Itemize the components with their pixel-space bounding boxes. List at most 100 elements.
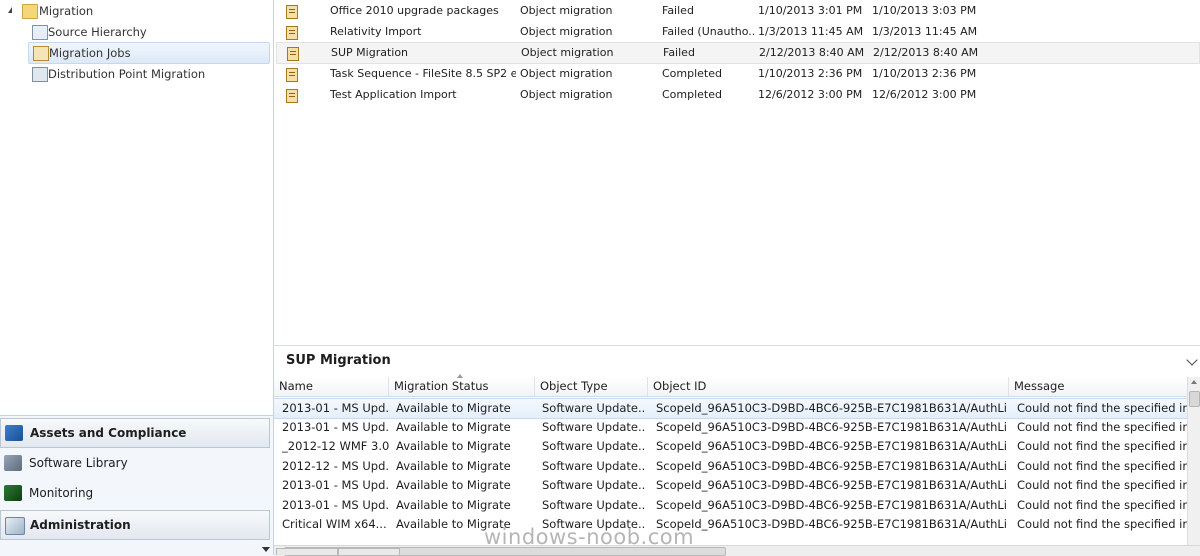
job-start-time: 12/6/2012 3:00 PM — [758, 88, 863, 101]
monitoring-icon — [4, 485, 22, 501]
administration-icon — [5, 517, 25, 535]
job-row-selected[interactable]: SUP Migration Object migration Failed 2/… — [276, 42, 1200, 64]
tree-item-source-hierarchy[interactable]: Source Hierarchy — [30, 22, 266, 42]
migration-job-icon — [287, 47, 299, 61]
object-type: Software Update... — [542, 478, 646, 492]
job-start-time: 1/10/2013 2:36 PM — [758, 67, 863, 80]
job-status: Failed — [663, 46, 695, 59]
assets-compliance-icon — [5, 425, 23, 441]
job-start-time: 1/3/2013 11:45 AM — [758, 25, 864, 38]
column-header-name[interactable]: Name — [274, 377, 389, 396]
migration-job-icon — [286, 68, 298, 82]
object-message: Could not find the specified instan — [1017, 517, 1188, 531]
migration-job-icon — [286, 26, 298, 40]
column-header-object-type[interactable]: Object Type — [535, 377, 648, 396]
object-name: _2012-12 WMF 3.0 — [282, 439, 390, 453]
job-end-time: 12/6/2012 3:00 PM — [872, 88, 977, 101]
details-title: SUP Migration — [286, 353, 391, 368]
navigation-pane: Migration Source Hierarchy Migration Job… — [0, 0, 274, 556]
chevron-down-icon[interactable] — [1186, 354, 1198, 366]
vertical-scrollbar[interactable] — [1187, 377, 1200, 547]
object-id: ScopeId_96A510C3-D9BD-4BC6-925B-E7C1981B… — [656, 498, 1006, 512]
scrollbar-thumb[interactable] — [1189, 391, 1200, 407]
job-status: Failed (Unautho... — [662, 25, 754, 38]
table-row[interactable]: 2012-12 - MS Upd... Available to Migrate… — [274, 457, 1188, 476]
table-row[interactable]: 2013-01 - MS Upd... Available to Migrate… — [274, 496, 1188, 515]
tab-summary[interactable] — [276, 548, 338, 555]
job-type: Object migration — [520, 67, 613, 80]
job-type: Object migration — [520, 88, 613, 101]
job-row[interactable]: Office 2010 upgrade packages Object migr… — [276, 1, 1198, 21]
tree-item-migration[interactable]: Migration — [4, 1, 264, 21]
object-id: ScopeId_96A510C3-D9BD-4BC6-925B-E7C1981B… — [656, 459, 1006, 473]
workspace-administration[interactable]: Administration — [0, 510, 270, 540]
object-status: Available to Migrate — [396, 420, 511, 434]
job-row[interactable]: Test Application Import Object migration… — [276, 85, 1198, 105]
object-id: ScopeId_96A510C3-D9BD-4BC6-925B-E7C1981B… — [656, 478, 1006, 492]
job-end-time: 1/10/2013 2:36 PM — [872, 67, 977, 80]
table-row[interactable]: 2013-01 - MS Upd... Available to Migrate… — [274, 418, 1188, 437]
workspace-label: Monitoring — [29, 486, 94, 500]
table-row-selected[interactable]: 2013-01 - MS Upd... Available to Migrate… — [274, 398, 1188, 419]
tree-item-label: Migration Jobs — [49, 46, 131, 60]
workspace-assets-and-compliance[interactable]: Assets and Compliance — [0, 418, 270, 448]
workspace-monitoring[interactable]: Monitoring — [0, 479, 268, 507]
job-status: Completed — [662, 88, 722, 101]
migration-jobs-list: Office 2010 upgrade packages Object migr… — [274, 0, 1200, 345]
column-header-message[interactable]: Message — [1009, 377, 1188, 396]
tree-item-migration-jobs[interactable]: Migration Jobs — [28, 42, 270, 64]
watermark: windows-noob.com — [484, 525, 695, 549]
object-name: 2013-01 - MS Upd... — [282, 478, 390, 492]
object-type: Software Update... — [542, 498, 646, 512]
migration-job-icon — [286, 5, 298, 19]
job-type: Object migration — [521, 46, 614, 59]
job-end-time: 1/3/2013 11:45 AM — [872, 25, 978, 38]
job-name: SUP Migration — [331, 46, 409, 59]
tree-item-label: Distribution Point Migration — [48, 67, 206, 81]
job-name: Relativity Import — [330, 25, 422, 38]
object-message: Could not find the specified instan — [1017, 478, 1188, 492]
workspace-software-library[interactable]: Software Library — [0, 449, 268, 477]
job-type: Object migration — [520, 4, 613, 17]
chevron-down-icon[interactable] — [262, 547, 270, 552]
tab-objects[interactable] — [338, 548, 400, 555]
job-status: Failed — [662, 4, 694, 17]
object-message: Could not find the specified instan — [1017, 459, 1188, 473]
job-start-time: 1/10/2013 3:01 PM — [758, 4, 863, 17]
object-name: Critical WIM x64... — [282, 517, 387, 531]
job-name: Task Sequence - FileSite 8.5 SP2 et al — [330, 67, 516, 80]
tree-item-label: Migration — [39, 4, 94, 18]
scroll-up-arrow-icon[interactable] — [1191, 380, 1197, 384]
table-row[interactable]: _2012-12 WMF 3.0 Available to Migrate So… — [274, 437, 1188, 456]
object-type: Software Update... — [542, 420, 646, 434]
job-name: Test Application Import — [330, 88, 457, 101]
object-message: Could not find the specified instan — [1017, 401, 1188, 415]
workspace-label: Software Library — [29, 456, 128, 470]
job-name: Office 2010 upgrade packages — [330, 4, 499, 17]
column-header-object-id[interactable]: Object ID — [648, 377, 1009, 396]
object-name: 2013-01 - MS Upd... — [282, 420, 390, 434]
job-type: Object migration — [520, 25, 613, 38]
collapse-arrow-icon[interactable] — [8, 7, 12, 13]
object-id: ScopeId_96A510C3-D9BD-4BC6-925B-E7C1981B… — [656, 420, 1006, 434]
object-status: Available to Migrate — [396, 401, 511, 415]
column-header-migration-status[interactable]: Migration Status — [389, 377, 535, 396]
table-row[interactable]: Critical WIM x64... Available to Migrate… — [274, 515, 1188, 534]
table-row[interactable]: 2013-01 - MS Upd... Available to Migrate… — [274, 476, 1188, 495]
object-id: ScopeId_96A510C3-D9BD-4BC6-925B-E7C1981B… — [656, 439, 1006, 453]
job-end-time: 1/10/2013 3:03 PM — [872, 4, 977, 17]
workspace-label: Assets and Compliance — [30, 426, 187, 440]
job-row[interactable]: Relativity Import Object migration Faile… — [276, 22, 1198, 42]
job-row[interactable]: Task Sequence - FileSite 8.5 SP2 et al O… — [276, 64, 1198, 84]
object-id: ScopeId_96A510C3-D9BD-4BC6-925B-E7C1981B… — [656, 517, 1006, 531]
object-type: Software Update... — [542, 439, 646, 453]
tree-item-distribution-point-migration[interactable]: Distribution Point Migration — [30, 64, 266, 84]
job-status: Completed — [662, 67, 722, 80]
object-message: Could not find the specified instan — [1017, 420, 1188, 434]
folder-icon — [22, 4, 38, 19]
sort-ascending-icon — [457, 374, 463, 378]
object-message: Could not find the specified instan — [1017, 498, 1188, 512]
object-name: 2013-01 - MS Upd... — [282, 498, 390, 512]
migration-job-icon — [286, 89, 298, 103]
object-status: Available to Migrate — [396, 439, 511, 453]
